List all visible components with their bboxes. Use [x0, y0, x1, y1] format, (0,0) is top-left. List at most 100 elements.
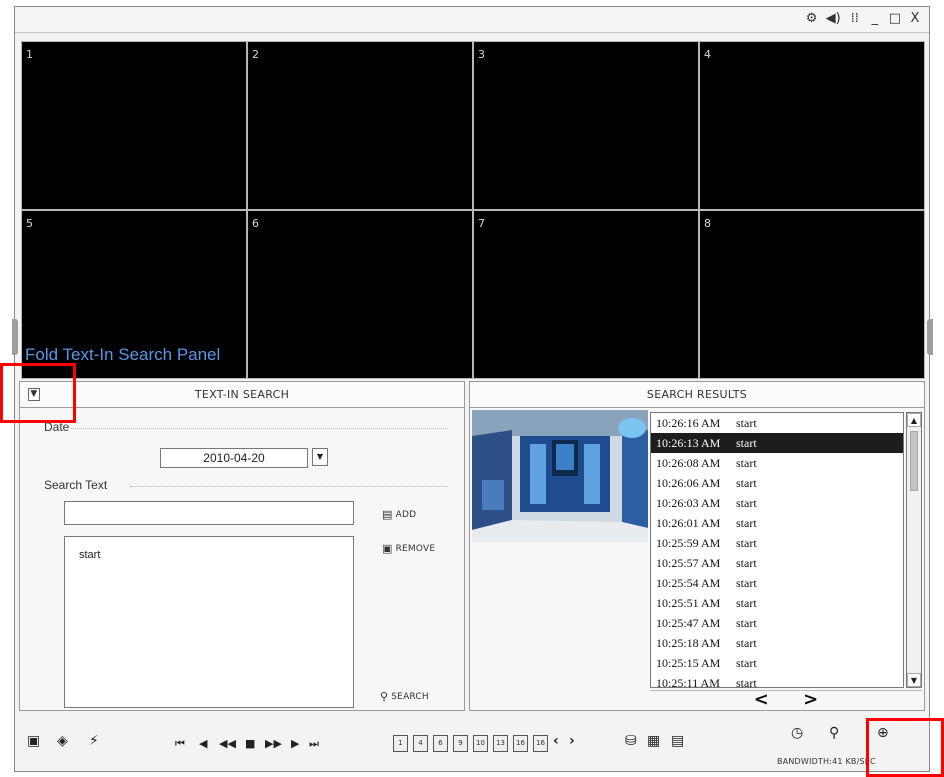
channel-number: 4	[704, 48, 711, 61]
layout-16-button[interactable]: 16	[513, 735, 528, 752]
motion-search-icon[interactable]: ⚲	[829, 725, 839, 741]
video-cell[interactable]: 8	[700, 211, 924, 378]
results-pagination: < >	[650, 690, 922, 710]
result-row[interactable]: 10:26:03 AM start	[651, 493, 903, 513]
result-time: 10:25:18 AM	[656, 636, 721, 650]
minimize-icon[interactable]: _	[869, 11, 881, 26]
result-time: 10:25:59 AM	[656, 536, 721, 550]
bandwidth-status: BANDWIDTH:41 KB/SEC	[777, 757, 876, 766]
result-row[interactable]: 10:25:51 AM start	[651, 593, 903, 613]
search-results-panel: SEARCH RESULTS 10:26:16 AM start 10:26:13 …	[469, 381, 925, 711]
result-time: 10:25:54 AM	[656, 576, 721, 590]
result-row[interactable]: 10:25:47 AM start	[651, 613, 903, 633]
right-collapse-tab[interactable]	[927, 319, 933, 355]
skip-end-icon[interactable]: ⏭	[309, 737, 319, 751]
result-time: 10:26:16 AM	[656, 416, 721, 430]
bottom-toolbar: ▣ ◈ ⚡ ⏮ ◀ ◀◀ ■ ▶▶ ▶ ⏭ 1 4 6 9 10 13 16 1…	[15, 717, 931, 773]
window-controls: ⚙ ◀) ⁞⁞ _ □ X	[806, 11, 921, 26]
result-time: 10:26:13 AM	[656, 436, 721, 450]
add-icon: ▤	[382, 508, 393, 521]
result-thumbnail[interactable]	[472, 410, 648, 542]
result-row[interactable]: 10:26:16 AM start	[651, 413, 903, 433]
result-row[interactable]: 10:26:13 AM start	[651, 433, 903, 453]
layout-9-button[interactable]: 9	[453, 735, 468, 752]
step-forward-icon[interactable]: ▶▶	[265, 737, 282, 750]
chevron-down-icon[interactable]: ▼	[312, 448, 328, 466]
search-text-input[interactable]	[64, 501, 354, 525]
clock-search-icon[interactable]: ◷	[791, 725, 803, 741]
plug-icon[interactable]: ⚡	[89, 733, 99, 749]
next-page-button[interactable]: >	[803, 689, 818, 710]
step-back-icon[interactable]: ◀◀	[219, 737, 236, 750]
left-collapse-tab[interactable]	[12, 319, 18, 355]
result-row[interactable]: 10:26:01 AM start	[651, 513, 903, 533]
result-row[interactable]: 10:26:08 AM start	[651, 453, 903, 473]
video-cell[interactable]: 7	[474, 211, 698, 378]
next-page-icon[interactable]: ›	[569, 733, 575, 749]
result-text: start	[736, 516, 757, 530]
remove-button[interactable]: ▣ REMOVE	[382, 542, 435, 555]
search-text-list[interactable]: start	[64, 536, 354, 708]
result-time: 10:25:51 AM	[656, 596, 721, 610]
layout-6-button[interactable]: 6	[433, 735, 448, 752]
result-text: start	[736, 496, 757, 510]
channel-number: 6	[252, 217, 259, 230]
grid-icon[interactable]: ⁞⁞	[849, 11, 861, 26]
save-icon[interactable]: ▤	[671, 733, 684, 749]
video-cell[interactable]: 4	[700, 42, 924, 209]
result-row[interactable]: 10:25:54 AM start	[651, 573, 903, 593]
video-cell[interactable]: 2	[248, 42, 472, 209]
result-text: start	[736, 456, 757, 470]
camera-icon[interactable]: ▣	[27, 733, 40, 749]
maximize-icon[interactable]: □	[889, 11, 901, 26]
prev-page-button[interactable]: <	[754, 689, 769, 710]
result-row[interactable]: 10:25:11 AM start	[651, 673, 903, 687]
highlight-box	[0, 363, 76, 423]
text-in-search-panel: ▼ TEXT-IN SEARCH Date 2010-04-20 ▼ Searc…	[19, 381, 465, 711]
video-cell[interactable]: 1	[22, 42, 246, 209]
settings-icon[interactable]: ⚙	[806, 11, 818, 26]
result-row[interactable]: 10:25:15 AM start	[651, 653, 903, 673]
result-text: start	[736, 576, 757, 590]
video-cell[interactable]: 6	[248, 211, 472, 378]
search-button[interactable]: ⚲ SEARCH	[380, 690, 429, 703]
scroll-thumb[interactable]	[910, 431, 918, 491]
video-cell[interactable]: 3	[474, 42, 698, 209]
prev-page-icon[interactable]: ‹	[553, 733, 559, 749]
app-window: ⚙ ◀) ⁞⁞ _ □ X 1 2 3 4 5 6 7 8 Fold Text-…	[12, 6, 933, 773]
results-list[interactable]: 10:26:16 AM start 10:26:13 AM start 10:26:08…	[650, 412, 904, 688]
play-icon[interactable]: ▶	[291, 737, 299, 750]
scroll-up-icon[interactable]: ▲	[907, 413, 921, 427]
rewind-icon[interactable]: ◀	[199, 737, 207, 750]
result-time: 10:25:15 AM	[656, 656, 721, 670]
result-row[interactable]: 10:25:18 AM start	[651, 633, 903, 653]
date-field[interactable]: 2010-04-20	[160, 448, 308, 468]
results-scrollbar[interactable]: ▲ ▼	[906, 412, 922, 688]
channel-number: 8	[704, 217, 711, 230]
layout-4-button[interactable]: 4	[413, 735, 428, 752]
speaker-icon[interactable]: ◀)	[826, 11, 841, 26]
channel-number: 7	[478, 217, 485, 230]
add-button[interactable]: ▤ ADD	[382, 508, 416, 521]
eraser-icon[interactable]: ◈	[57, 733, 68, 749]
stop-icon[interactable]: ■	[245, 737, 255, 750]
result-row[interactable]: 10:25:59 AM start	[651, 533, 903, 553]
search-text-label: Search Text	[42, 478, 110, 492]
trash-icon: ▣	[382, 542, 393, 555]
close-icon[interactable]: X	[909, 11, 921, 26]
layout-10-button[interactable]: 10	[473, 735, 488, 752]
remove-label: REMOVE	[395, 543, 436, 554]
result-row[interactable]: 10:26:06 AM start	[651, 473, 903, 493]
list-item[interactable]: start	[65, 537, 353, 561]
layout-1-button[interactable]: 1	[393, 735, 408, 752]
result-row[interactable]: 10:25:57 AM start	[651, 553, 903, 573]
skip-start-icon[interactable]: ⏮	[175, 737, 185, 751]
result-time: 10:26:01 AM	[656, 516, 721, 530]
panel-header: ▼ TEXT-IN SEARCH	[20, 382, 464, 408]
layout-16b-button[interactable]: 16	[533, 735, 548, 752]
database-icon[interactable]: ⛁	[625, 733, 637, 749]
layout-13-button[interactable]: 13	[493, 735, 508, 752]
scroll-down-icon[interactable]: ▼	[907, 673, 921, 687]
result-text: start	[736, 616, 757, 630]
snapshot-icon[interactable]: ▦	[647, 733, 660, 749]
